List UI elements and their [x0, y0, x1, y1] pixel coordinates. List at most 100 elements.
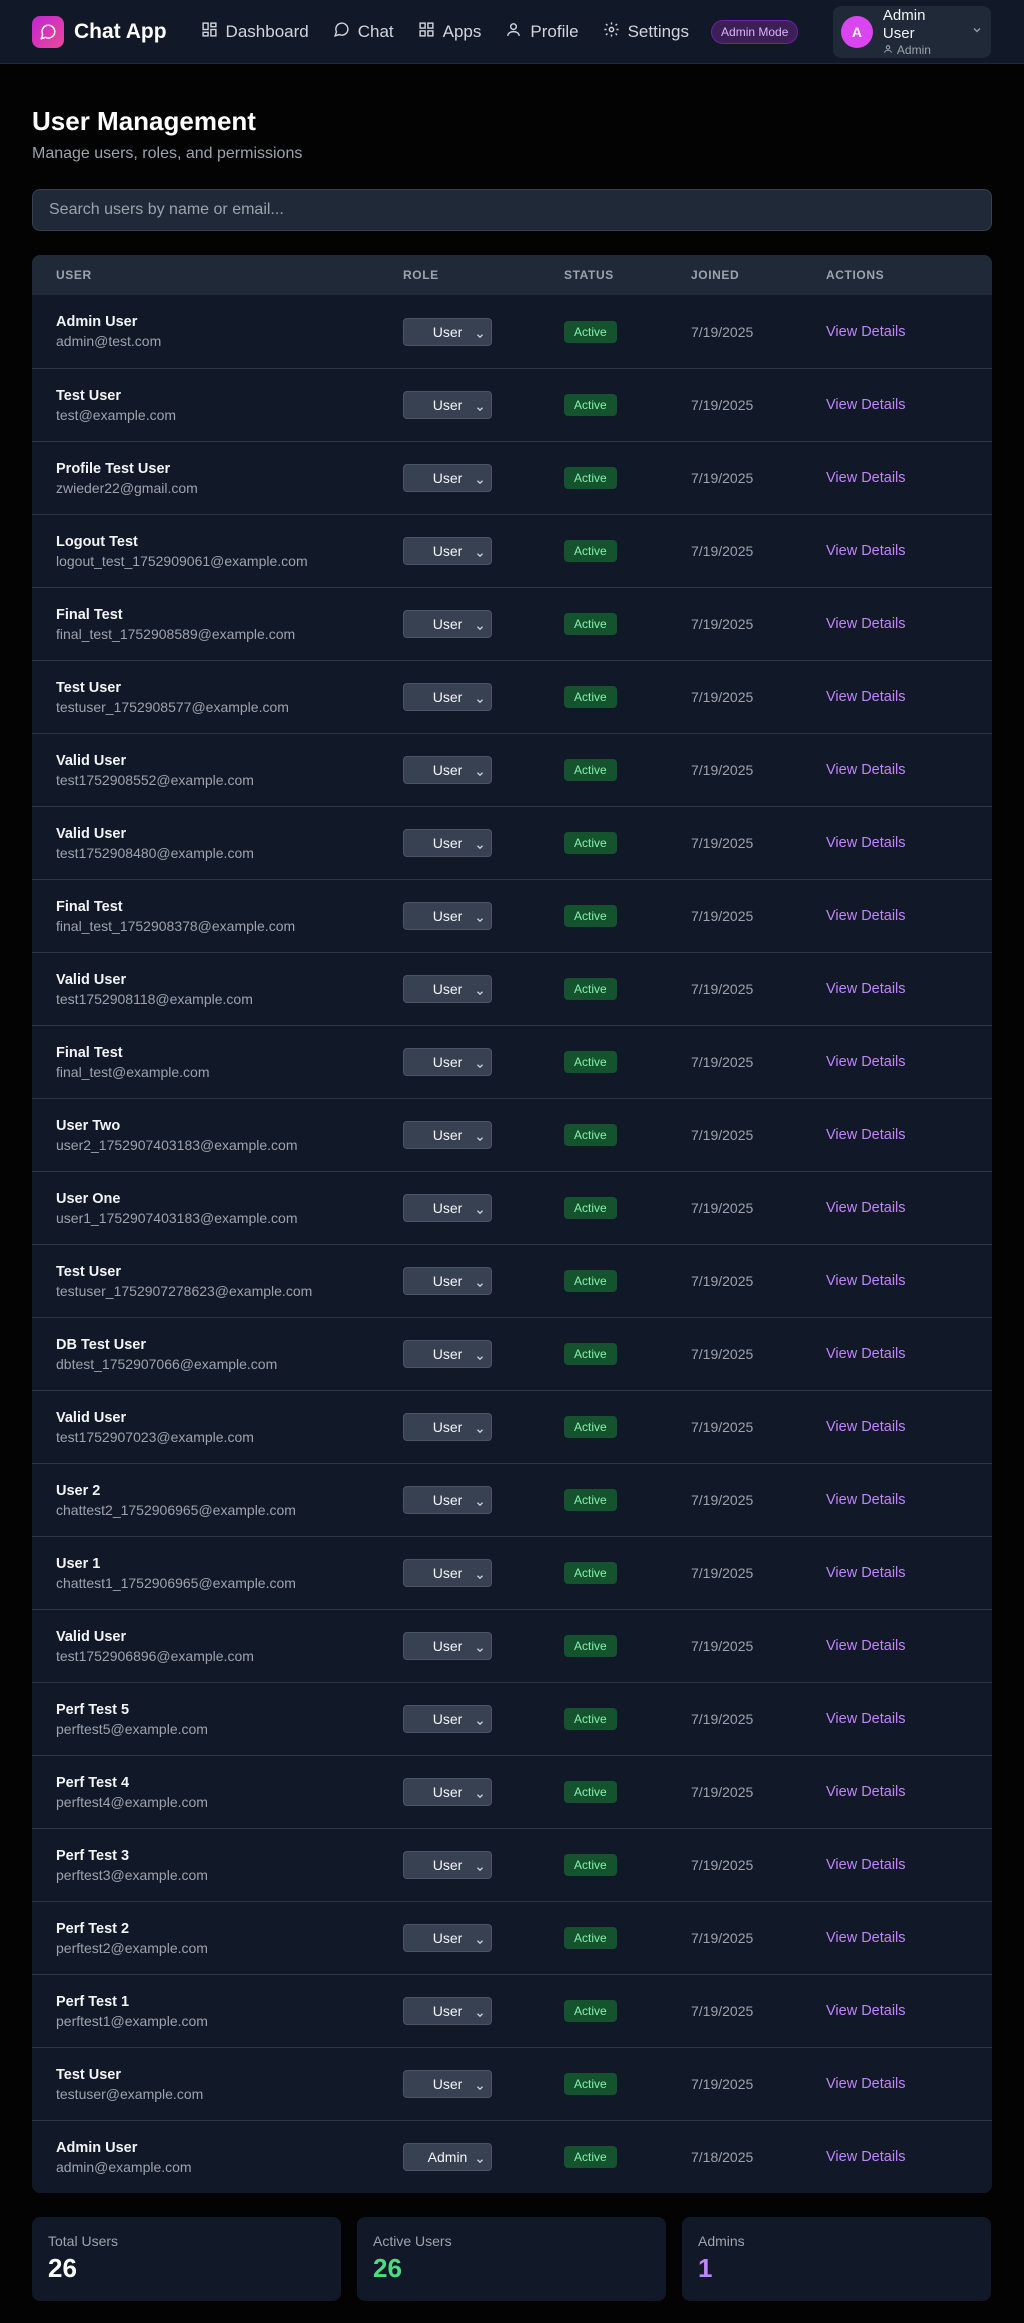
actions-cell: View Details — [826, 907, 992, 925]
role-select-value: User — [432, 1565, 463, 1581]
user-email: test1752906896@example.com — [56, 1647, 254, 1664]
view-details-link[interactable]: View Details — [826, 2003, 906, 2019]
role-select[interactable]: User — [403, 756, 492, 784]
status-badge: Active — [564, 1124, 617, 1146]
role-select[interactable]: User — [403, 1559, 492, 1587]
role-select[interactable]: User — [403, 2070, 492, 2098]
role-select[interactable]: User — [403, 1778, 492, 1806]
view-details-link[interactable]: View Details — [826, 835, 906, 851]
view-details-link[interactable]: View Details — [826, 470, 906, 486]
role-select[interactable]: User — [403, 317, 492, 346]
dashboard-icon — [201, 21, 218, 43]
role-select[interactable]: User — [403, 1851, 492, 1879]
status-cell: Active — [564, 1489, 691, 1511]
search-input[interactable] — [49, 201, 975, 219]
role-select[interactable]: User — [403, 1340, 492, 1368]
stat-label: Total Users — [48, 2233, 119, 2249]
role-select[interactable]: User — [403, 610, 492, 638]
chevron-down-icon — [971, 23, 983, 41]
role-select[interactable]: User — [403, 537, 492, 565]
role-cell: User — [403, 1924, 564, 1952]
stat-card-total-users: Total Users 26 — [32, 2217, 341, 2301]
role-select[interactable]: User — [403, 975, 492, 1003]
table-row: Profile Test User zwieder22@gmail.com User… — [32, 441, 992, 514]
role-select[interactable]: User — [403, 829, 492, 857]
status-cell: Active — [564, 1051, 691, 1073]
role-select[interactable]: User — [403, 464, 492, 492]
role-select[interactable]: User — [403, 902, 492, 930]
actions-cell: View Details — [826, 2148, 992, 2166]
view-details-link[interactable]: View Details — [826, 324, 906, 340]
joined-date: 7/19/2025 — [691, 981, 754, 997]
user-email: zwieder22@gmail.com — [56, 479, 198, 496]
status-badge: Active — [564, 1562, 617, 1584]
view-details-link[interactable]: View Details — [826, 543, 906, 559]
actions-cell: View Details — [826, 1491, 992, 1509]
view-details-link[interactable]: View Details — [826, 1565, 906, 1581]
view-details-link[interactable]: View Details — [826, 981, 906, 997]
role-select[interactable]: User — [403, 1997, 492, 2025]
role-select[interactable]: User — [403, 1267, 492, 1295]
view-details-link[interactable]: View Details — [826, 1638, 906, 1654]
brand[interactable]: Chat App — [32, 15, 167, 48]
view-details-link[interactable]: View Details — [826, 1784, 906, 1800]
nav-item-profile[interactable]: Profile — [493, 12, 590, 52]
status-cell: Active — [564, 394, 691, 416]
user-menu-button[interactable]: A Admin User Admin — [833, 6, 991, 58]
view-details-link[interactable]: View Details — [826, 1492, 906, 1508]
view-details-link[interactable]: View Details — [826, 1054, 906, 1070]
role-select-value: User — [432, 1638, 463, 1654]
user-cell: Valid User test1752907023@example.com — [32, 1410, 403, 1445]
view-details-link[interactable]: View Details — [826, 1273, 906, 1289]
nav-item-settings[interactable]: Settings — [591, 12, 701, 52]
view-details-link[interactable]: View Details — [826, 689, 906, 705]
status-badge: Active — [564, 759, 617, 781]
table-row: Perf Test 1 perftest1@example.com User Acti… — [32, 1974, 992, 2047]
user-email: perftest2@example.com — [56, 1939, 208, 1956]
view-details-link[interactable]: View Details — [826, 2149, 906, 2165]
nav-item-apps[interactable]: Apps — [406, 12, 494, 52]
view-details-link[interactable]: View Details — [826, 1857, 906, 1873]
chevron-down-icon — [475, 912, 485, 928]
view-details-link[interactable]: View Details — [826, 397, 906, 413]
view-details-link[interactable]: View Details — [826, 908, 906, 924]
view-details-link[interactable]: View Details — [826, 1200, 906, 1216]
chat-icon — [333, 21, 350, 43]
role-select[interactable]: User — [403, 1121, 492, 1149]
actions-cell: View Details — [826, 1418, 992, 1436]
role-select[interactable]: User — [403, 1632, 492, 1660]
role-select[interactable]: User — [403, 1194, 492, 1222]
role-select[interactable]: User — [403, 1486, 492, 1514]
view-details-link[interactable]: View Details — [826, 1930, 906, 1946]
view-details-link[interactable]: View Details — [826, 616, 906, 632]
role-select[interactable]: User — [403, 683, 492, 711]
nav-item-label: Dashboard — [225, 21, 309, 41]
user-email: chattest2_1752906965@example.com — [56, 1501, 296, 1518]
nav-item-dashboard[interactable]: Dashboard — [189, 12, 321, 52]
role-select[interactable]: User — [403, 1705, 492, 1733]
view-details-link[interactable]: View Details — [826, 1346, 906, 1362]
role-select[interactable]: User — [403, 1413, 492, 1441]
role-select[interactable]: User — [403, 391, 492, 419]
joined-date: 7/19/2025 — [691, 2076, 754, 2092]
user-email: testuser_1752908577@example.com — [56, 698, 289, 715]
view-details-link[interactable]: View Details — [826, 1711, 906, 1727]
user-name: User 1 — [56, 1555, 101, 1572]
view-details-link[interactable]: View Details — [826, 1419, 906, 1435]
view-details-link[interactable]: View Details — [826, 2076, 906, 2092]
role-select[interactable]: User — [403, 1048, 492, 1076]
actions-cell: View Details — [826, 834, 992, 852]
status-badge: Active — [564, 978, 617, 1000]
actions-cell: View Details — [826, 1272, 992, 1290]
table-row: Test User testuser_1752908577@example.com… — [32, 660, 992, 733]
role-select[interactable]: User — [403, 1924, 492, 1952]
nav-item-chat[interactable]: Chat — [321, 12, 406, 52]
view-details-link[interactable]: View Details — [826, 762, 906, 778]
role-select[interactable]: Admin — [403, 2143, 492, 2171]
role-cell: User — [403, 1632, 564, 1660]
view-details-link[interactable]: View Details — [826, 1127, 906, 1143]
user-cell: Test User testuser_1752908577@example.com — [32, 680, 403, 715]
status-cell: Active — [564, 1927, 691, 1949]
role-cell: User — [403, 1559, 564, 1587]
user-name: Admin User — [56, 314, 138, 330]
